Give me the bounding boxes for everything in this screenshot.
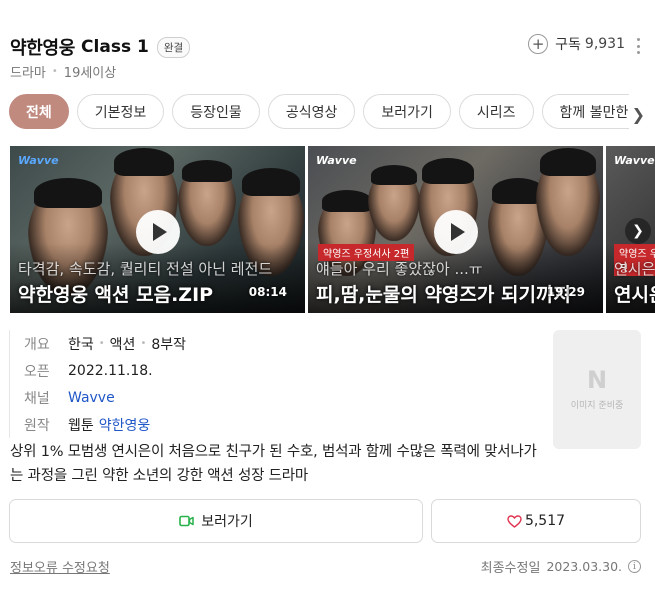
tab-all[interactable]: 전체: [9, 94, 69, 129]
tab-bar: 전체 기본정보 등장인물 공식영상 보러가기 시리즈 함께 볼만한: [9, 94, 629, 130]
release-date: 2022.11.18.: [68, 362, 153, 379]
video-caption-small: 연시은: [614, 260, 655, 278]
video-title: 약한영웅 액션 모음.ZIP: [18, 284, 214, 306]
info-row-channel: 채널 Wavve: [24, 384, 186, 411]
info-key: 개요: [24, 336, 50, 353]
drama-info-card: 약한영웅 Class 1 완결 드라마 • 19세이상 + 구독 9,931 전…: [0, 0, 655, 596]
chevron-right-icon[interactable]: ❯: [632, 105, 645, 124]
like-count: 5,517: [524, 513, 566, 529]
updated-date: 2023.03.30.: [546, 559, 622, 574]
updated-label: 최종수정일: [480, 561, 541, 576]
separator-dot: •: [51, 66, 58, 77]
info-row-overview: 개요 한국 • 액션 • 8부작: [24, 330, 186, 357]
info-table: 개요 한국 • 액션 • 8부작 오픈 2022.11.18. 채널 Wavve…: [9, 330, 186, 438]
title-row: 약한영웅 Class 1 완결: [10, 34, 191, 60]
subscribe-button[interactable]: + 구독 9,931: [528, 34, 625, 54]
meta-row: 드라마 • 19세이상: [10, 62, 116, 81]
synopsis: 상위 1% 모범생 연시은이 처음으로 친구가 된 수호, 범석과 함께 수많은…: [10, 444, 537, 484]
video-caption-small: 얘들아 우리 좋았잖아 ...ㅠ: [316, 260, 483, 278]
video-card[interactable]: Wavve 타격감, 속도감, 퀄리티 전설 아닌 레전드 약한영웅 액션 모음…: [10, 146, 305, 313]
more-options-icon[interactable]: [637, 38, 641, 54]
genre-value: 액션: [109, 336, 136, 353]
tab-characters[interactable]: 등장인물: [172, 94, 260, 129]
video-title: 연시은: [614, 284, 655, 306]
info-row-original: 원작 웹툰 약한영웅: [24, 411, 186, 438]
play-icon[interactable]: [434, 210, 478, 254]
heart-icon: [507, 514, 522, 528]
info-key: 원작: [24, 417, 50, 434]
tab-basic-info[interactable]: 기본정보: [76, 94, 165, 129]
plus-icon: +: [528, 34, 549, 54]
video-carousel: Wavve 타격감, 속도감, 퀄리티 전설 아닌 레전드 약한영웅 액션 모음…: [10, 146, 655, 313]
video-title: 피,땀,눈물의 약영즈가 되기까지: [316, 284, 571, 306]
info-value: 한국 • 액션 • 8부작: [68, 334, 186, 354]
tab-watch[interactable]: 보러가기: [363, 94, 451, 129]
original-title-link[interactable]: 약한영웅: [99, 415, 151, 435]
status-badge: 완결: [156, 36, 191, 58]
tab-official-videos[interactable]: 공식영상: [267, 94, 356, 129]
poster-placeholder: N 이미지 준비중: [553, 330, 641, 449]
poster-placeholder-text: 이미지 준비중: [570, 401, 624, 411]
tab-series[interactable]: 시리즈: [458, 94, 534, 129]
subscribe-count: 9,931: [584, 36, 625, 52]
channel-link[interactable]: Wavve: [68, 390, 115, 406]
page-title-en[interactable]: Class 1: [81, 37, 149, 57]
genre-label: 드라마: [10, 66, 46, 81]
video-duration: 08:14: [248, 285, 287, 299]
info-key: 오픈: [24, 363, 50, 380]
video-duration: 19:29: [546, 285, 585, 299]
page-title[interactable]: 약한영웅: [10, 34, 75, 60]
report-error-link[interactable]: 정보오류 수정요청: [10, 557, 110, 576]
play-icon[interactable]: [136, 210, 180, 254]
video-caption-small: 타격감, 속도감, 퀄리티 전설 아닌 레전드: [18, 260, 273, 278]
rating-label: 19세이상: [63, 66, 117, 81]
tab-recommended[interactable]: 함께 볼만한: [541, 94, 629, 129]
info-icon[interactable]: i: [628, 560, 641, 573]
watch-label: 보러가기: [201, 514, 253, 530]
watch-button[interactable]: 보러가기: [9, 499, 423, 543]
original-type: 웹툰: [68, 417, 94, 434]
wavve-logo: Wavve: [18, 154, 59, 167]
country-label: 한국: [68, 336, 94, 353]
video-camera-icon: [179, 515, 194, 527]
info-row-release: 오픈 2022.11.18.: [24, 357, 186, 384]
wavve-logo: Wavve: [614, 154, 655, 167]
last-updated: 최종수정일 2023.03.30. i: [481, 557, 641, 576]
info-key: 채널: [24, 390, 50, 407]
info-value: 웹툰 약한영웅: [68, 415, 150, 435]
wavve-logo: Wavve: [316, 154, 357, 167]
like-button[interactable]: 5,517: [431, 499, 641, 543]
video-card[interactable]: Wavve 약영즈 우정서사 2편 얘들아 우리 좋았잖아 ...ㅠ 피,땀,눈…: [308, 146, 603, 313]
subscribe-label: 구독: [555, 37, 581, 53]
carousel-next-icon[interactable]: ❯: [625, 218, 651, 244]
episode-count: 8부작: [151, 336, 187, 353]
naver-logo-icon: N: [586, 366, 608, 394]
